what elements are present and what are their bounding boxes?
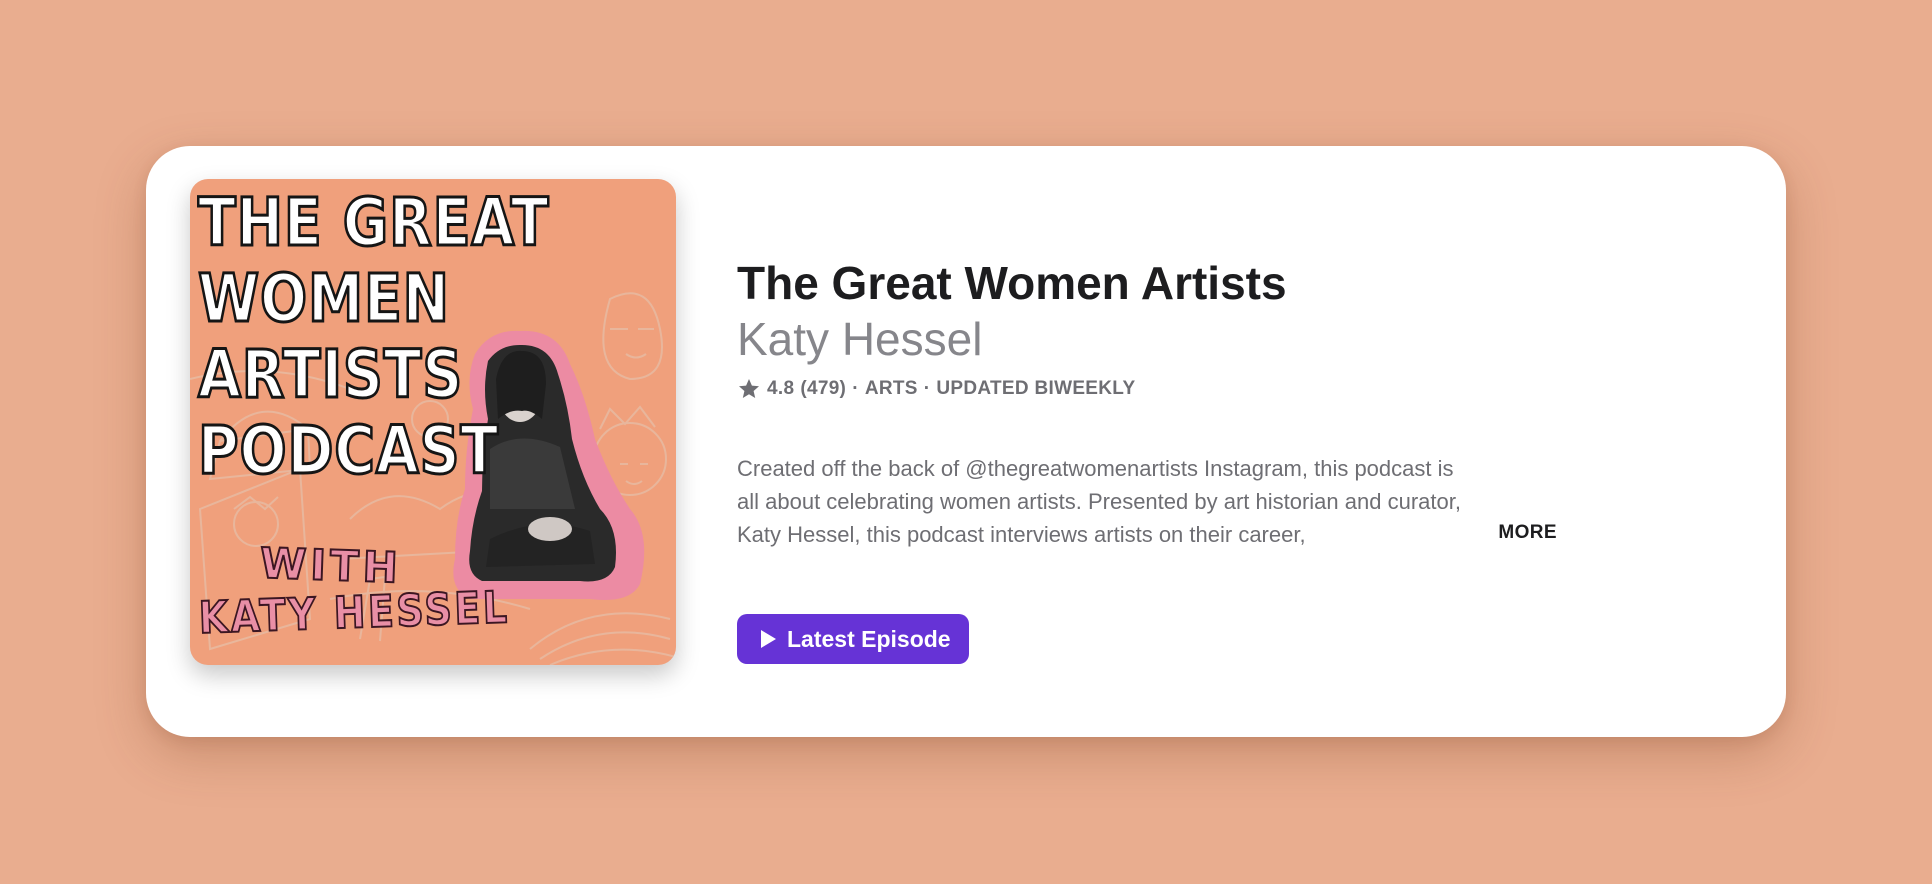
podcast-header-card: THE GREAT WOMEN ARTISTS PODCAST WITH KAT… [146, 146, 1786, 737]
podcast-author-link[interactable]: Katy Hessel [737, 312, 982, 366]
latest-episode-label: Latest Episode [787, 625, 951, 652]
podcast-info: The Great Women Artists Katy Hessel 4.8 … [737, 146, 1617, 737]
play-icon [761, 630, 776, 648]
star-icon [739, 379, 759, 398]
podcast-meta: 4.8 (479) · ARTS · UPDATED BIWEEKLY [737, 377, 1135, 401]
rating-count: (479) [800, 378, 847, 399]
description-fade [1387, 518, 1497, 551]
podcast-description: Created off the back of @thegreatwomenar… [737, 452, 1557, 551]
artwork-host-name: KATY HESSEL [197, 581, 511, 645]
more-button[interactable]: MORE [1498, 516, 1557, 549]
latest-episode-button[interactable]: Latest Episode [737, 614, 969, 664]
artwork-with-label: WITH [258, 538, 403, 594]
podcast-title: The Great Women Artists [737, 257, 1287, 309]
meta-separator: · [852, 378, 859, 399]
update-frequency: UPDATED BIWEEKLY [936, 378, 1136, 399]
podcast-artwork[interactable]: THE GREAT WOMEN ARTISTS PODCAST WITH KAT… [190, 179, 676, 665]
rating-value: 4.8 [767, 378, 795, 399]
artwork-title: THE GREAT WOMEN ARTISTS PODCAST [197, 183, 550, 490]
page-background: THE GREAT WOMEN ARTISTS PODCAST WITH KAT… [0, 0, 1932, 884]
meta-separator: · [923, 378, 931, 399]
category-link[interactable]: ARTS [865, 378, 918, 400]
